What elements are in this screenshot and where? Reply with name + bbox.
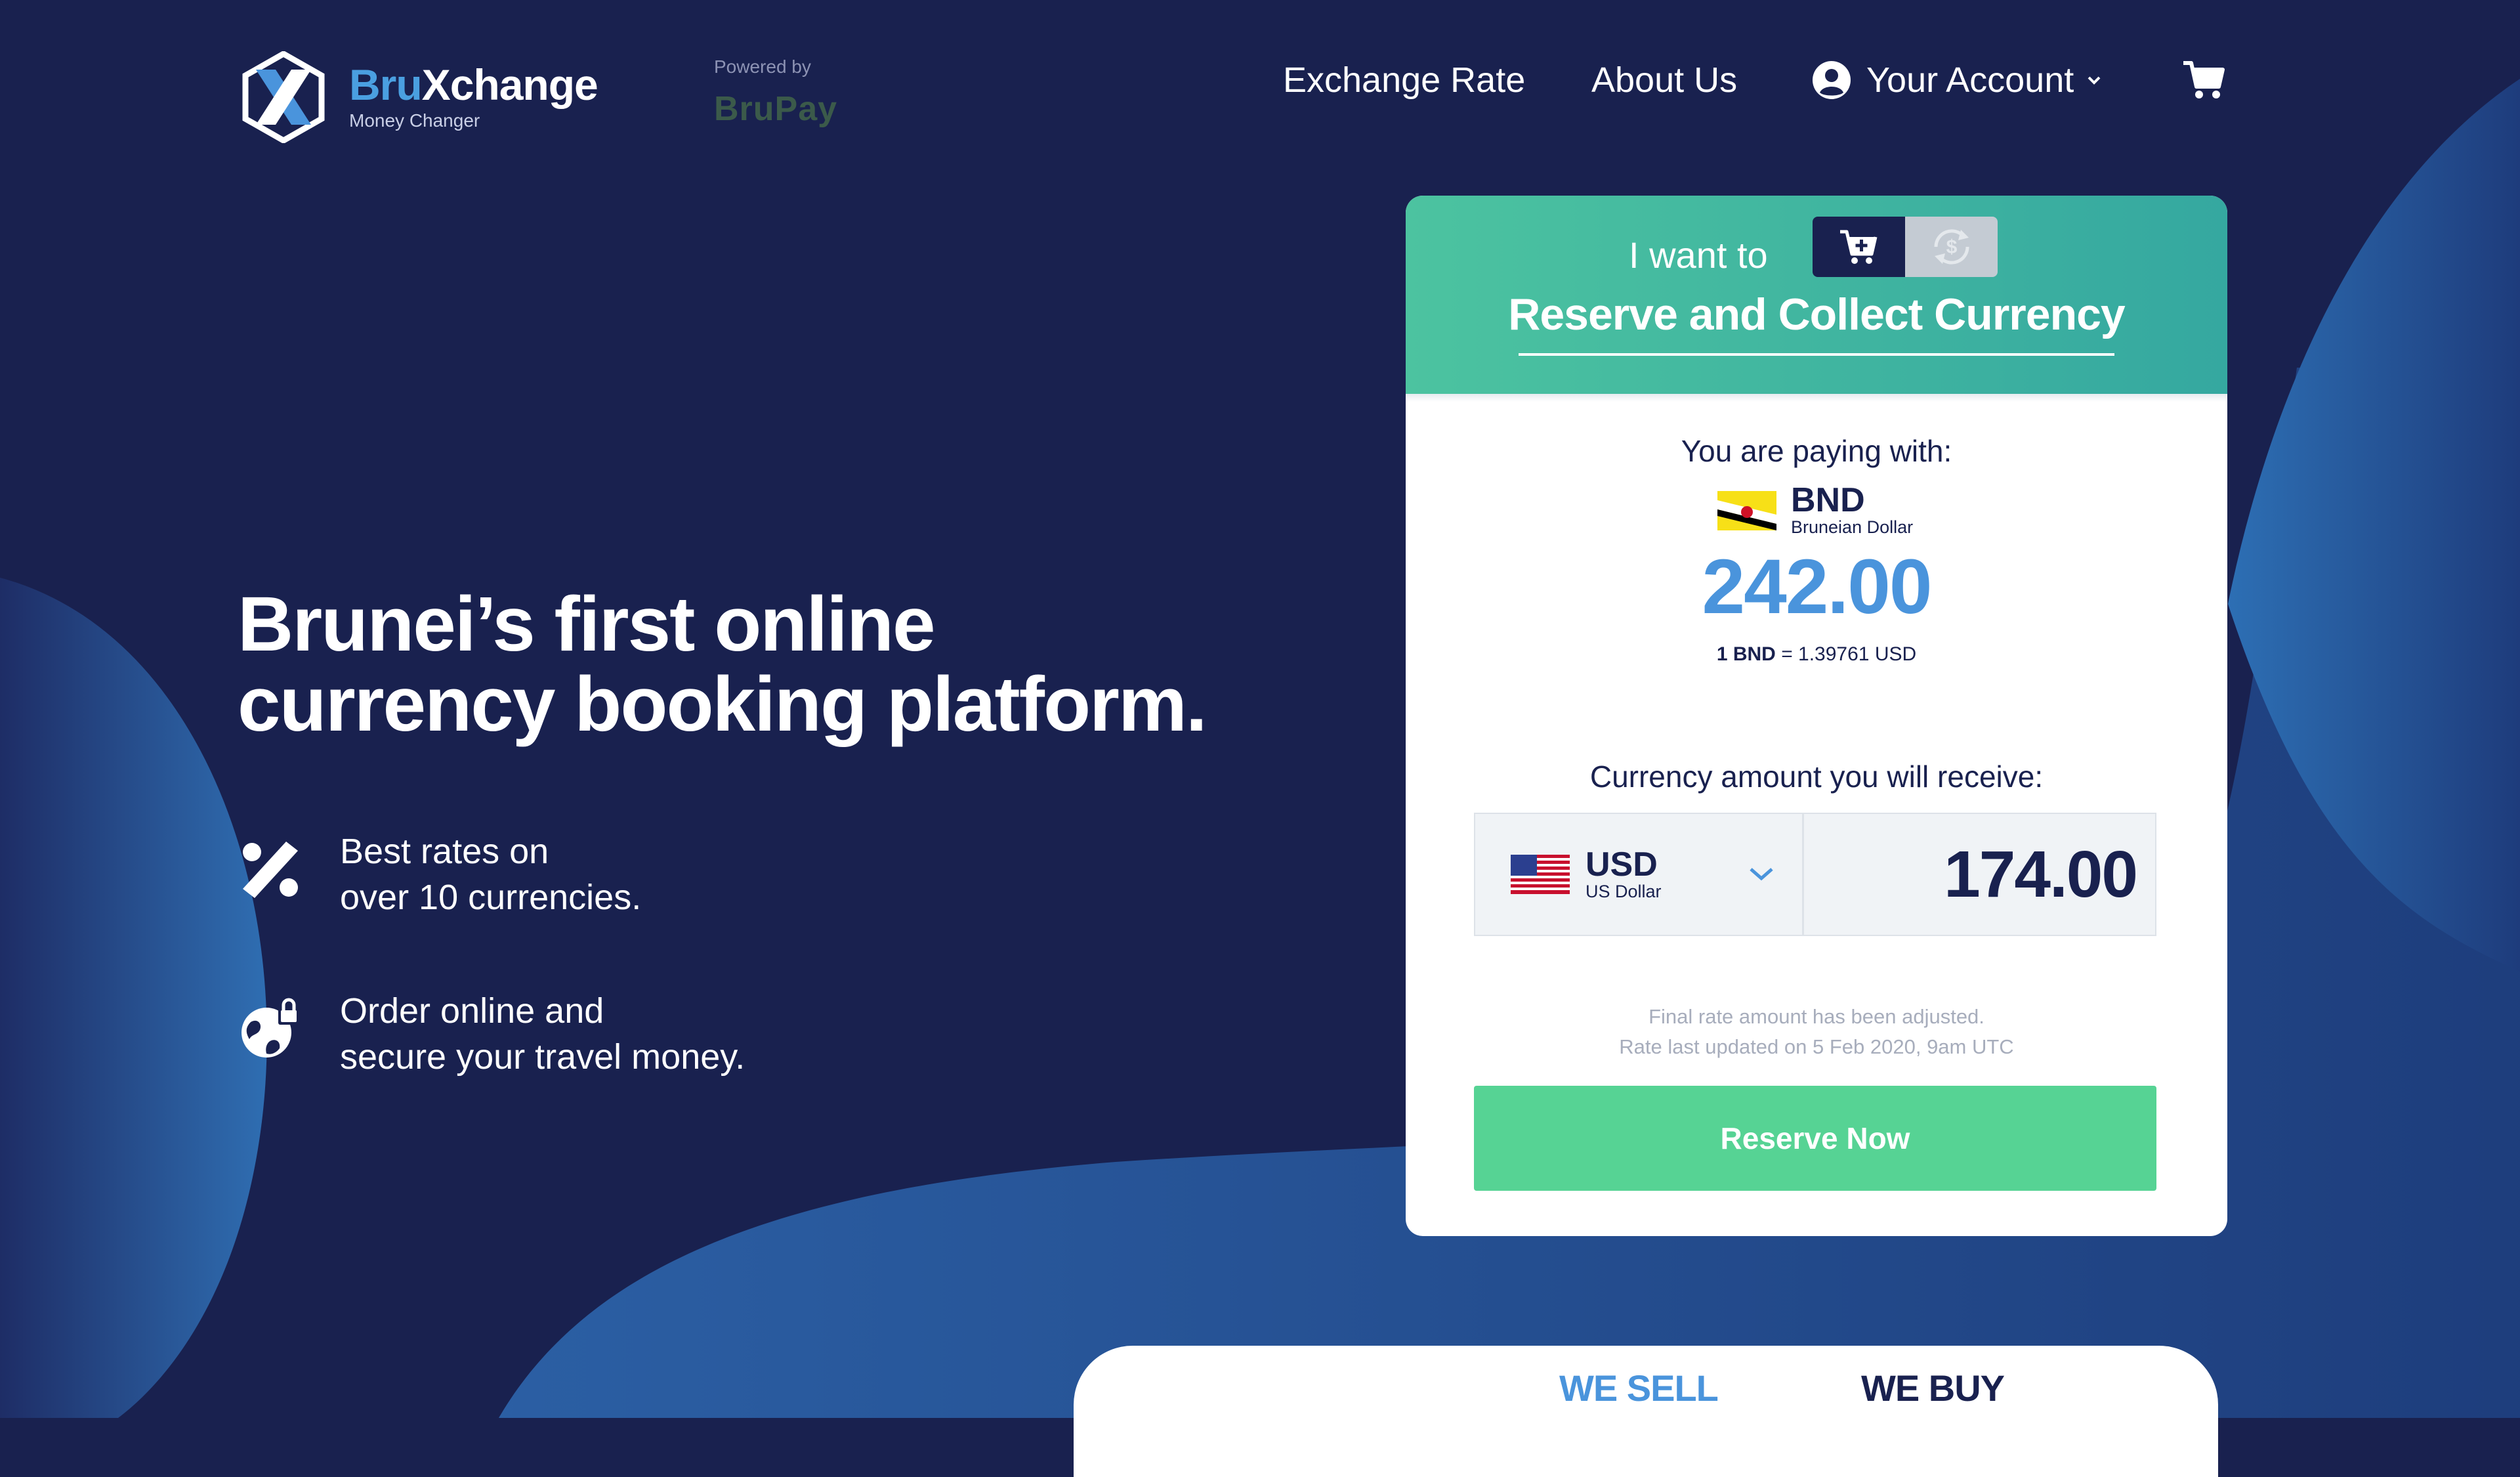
- exchange-rate-line: 1 BND = 1.39761 USD: [1406, 643, 2227, 666]
- feature-2-line1: Order online and: [340, 991, 604, 1031]
- nav-your-account[interactable]: Your Account: [1811, 56, 2104, 104]
- receive-currency-code: USD: [1586, 845, 1658, 884]
- chevron-down-icon: [2088, 76, 2101, 85]
- exchange-mode-button[interactable]: $: [1905, 217, 1998, 277]
- chevron-down-icon: [1750, 868, 1773, 881]
- receive-currency-name: US Dollar: [1586, 881, 1662, 901]
- secure-globe-icon: [242, 998, 299, 1058]
- booking-card: I want to $ Reserve and Collect Currency…: [1406, 196, 2227, 1236]
- paying-currency: BND Bruneian Dollar: [1717, 483, 1913, 538]
- paying-amount[interactable]: 242.00: [1406, 542, 2227, 631]
- paying-with-label: You are paying with:: [1681, 434, 1952, 468]
- feature-secure: Order online and secure your travel mone…: [238, 988, 745, 1080]
- card-header: I want to $ Reserve and Collect Currency: [1406, 196, 2227, 394]
- receive-box: USD US Dollar 174.00: [1474, 813, 2156, 936]
- i-want-to-label: I want to: [1629, 234, 1768, 276]
- feature-1-line1: Best rates on: [340, 832, 549, 871]
- feature-1-line2: over 10 currencies.: [340, 878, 642, 917]
- user-circle-icon: [1813, 61, 1851, 99]
- paying-currency-code: BND: [1791, 481, 1865, 519]
- currency-exchange-icon: $: [1933, 229, 1969, 265]
- header-divider: [1406, 394, 2227, 402]
- rates-panel: WE SELL WE BUY: [1074, 1346, 2218, 1477]
- hero-title-line2: currency booking platform.: [238, 661, 1208, 748]
- reserve-mode-button[interactable]: [1813, 217, 1905, 277]
- us-flag-icon: [1511, 855, 1570, 894]
- receive-label: Currency amount you will receive:: [1589, 760, 2044, 794]
- brunei-flag-icon: [1717, 490, 1776, 530]
- svg-text:$: $: [1946, 236, 1957, 258]
- rate-note-line2: Rate last updated on 5 Feb 2020, 9am UTC: [1619, 1035, 2014, 1058]
- percent-icon: [243, 842, 298, 898]
- rate-note: Final rate amount has been adjusted. Rat…: [1406, 1002, 2227, 1062]
- hero-title: Brunei’s first online currency booking p…: [238, 581, 1208, 748]
- brand-name: BruXchange: [349, 60, 598, 109]
- rate-value: = 1.39761 USD: [1781, 643, 1917, 665]
- account-label: Your Account: [1866, 60, 2074, 100]
- brand-subtitle: Money Changer: [349, 110, 480, 131]
- feature-2-line2: secure your travel money.: [340, 1037, 746, 1077]
- bruxchange-logo-icon: [242, 51, 325, 143]
- receive-amount-input[interactable]: 174.00: [1804, 814, 2155, 935]
- paying-currency-name: Bruneian Dollar: [1791, 517, 1914, 537]
- powered-by-label: Powered by: [714, 56, 811, 77]
- hero-title-line1: Brunei’s first online: [238, 581, 936, 668]
- reserve-now-button[interactable]: Reserve Now: [1474, 1086, 2156, 1191]
- cart-plus-icon: [1839, 230, 1877, 264]
- brand-logo[interactable]: BruXchange Money Changer: [238, 51, 598, 143]
- receive-currency-select[interactable]: USD US Dollar: [1475, 814, 1804, 935]
- nav-about-us[interactable]: About Us: [1591, 56, 1737, 104]
- rate-note-line1: Final rate amount has been adjusted.: [1648, 1005, 1984, 1028]
- cart-icon[interactable]: [2182, 58, 2225, 101]
- mode-toggle: $: [1813, 217, 1998, 277]
- tab-we-sell[interactable]: WE SELL: [1559, 1367, 1719, 1409]
- brupay-logo: BruPay: [714, 90, 838, 128]
- mode-title[interactable]: Reserve and Collect Currency: [1406, 289, 2227, 340]
- nav-exchange-rate[interactable]: Exchange Rate: [1283, 56, 1525, 104]
- feature-best-rates: Best rates on over 10 currencies.: [238, 828, 641, 920]
- mode-title-underline: [1519, 353, 2114, 356]
- tab-we-buy[interactable]: WE BUY: [1861, 1367, 2005, 1409]
- rate-base: 1 BND: [1716, 643, 1776, 665]
- powered-by: Powered by BruPay: [714, 56, 837, 129]
